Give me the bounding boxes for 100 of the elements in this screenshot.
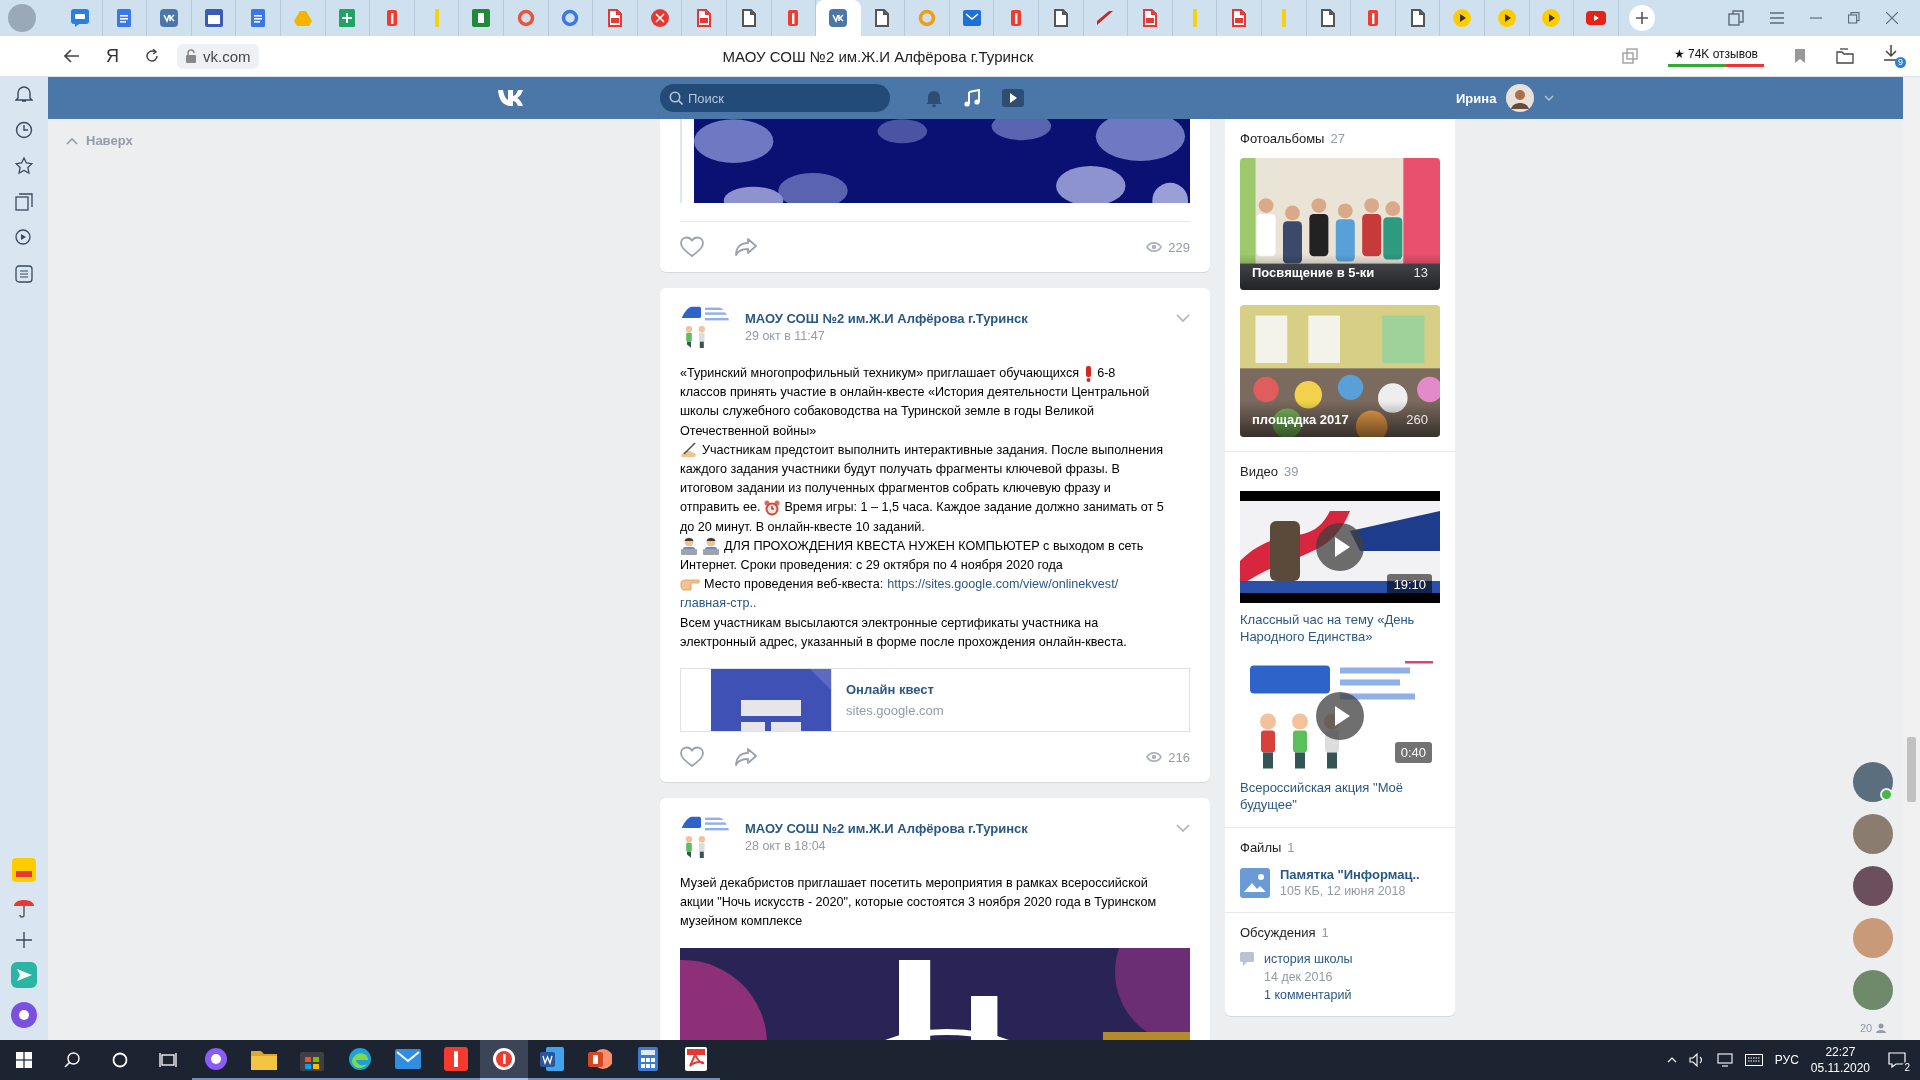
section-title[interactable]: Файлы bbox=[1240, 840, 1282, 855]
post-text: отправить ее. bbox=[680, 499, 761, 517]
arrow-icon bbox=[734, 237, 758, 257]
share-button[interactable] bbox=[734, 237, 758, 257]
post-text: 6-8 bbox=[1097, 365, 1116, 382]
album-count: 13 bbox=[1413, 264, 1428, 280]
video-title[interactable]: Классный час на тему «День Народного Единства» bbox=[1240, 611, 1440, 645]
new-tab-button[interactable] bbox=[1628, 5, 1655, 31]
section-title[interactable]: Фотоальбомы bbox=[1240, 131, 1325, 146]
reviews-button[interactable]: ★ 74K отзывов bbox=[1667, 45, 1764, 67]
post-text: Отечественной войны» bbox=[680, 422, 817, 440]
post-text: классов принять участие в онлайн-квесте «История деятельности Центральной bbox=[680, 384, 1150, 402]
friend-avatar[interactable] bbox=[1853, 814, 1893, 854]
browser-tab[interactable] bbox=[816, 0, 861, 36]
post-text: Участникам предстоит выполнить интерактивные задания. После выполнения bbox=[702, 441, 1163, 459]
post-text: музейном комплексе bbox=[680, 913, 803, 931]
bell-icon bbox=[15, 85, 33, 103]
views-count: 229 bbox=[1168, 239, 1190, 255]
post-text: итоговом задании из полученных фрагментов собрать ключевую фразу и bbox=[680, 480, 1111, 498]
lock-icon bbox=[185, 49, 197, 63]
menu-button[interactable] bbox=[1770, 12, 1784, 24]
search-field[interactable]: Поиск bbox=[660, 84, 890, 112]
restore-icon bbox=[1848, 12, 1860, 24]
heart-icon bbox=[680, 236, 704, 258]
taskbar-clock[interactable]: 22:27 05.11.2020 bbox=[1810, 1045, 1870, 1075]
post-link[interactable]: главная-стр.. bbox=[680, 594, 757, 614]
post-text: акции "Ночь искусств - 2020", которые состоятся 3 ноября 2020 года в Туринском bbox=[680, 894, 1157, 912]
person-laptop-icon bbox=[680, 537, 698, 556]
section-title[interactable]: Обсуждения bbox=[1240, 925, 1316, 940]
author-name[interactable]: МАОУ СОШ №2 им.Ж.И Алфёрова г.Туринск bbox=[745, 821, 1161, 837]
download-icon bbox=[1884, 44, 1898, 61]
views-icon bbox=[1146, 751, 1163, 764]
post-link[interactable]: https://sites.google.com/view/onlinekvest/ bbox=[887, 575, 1119, 595]
language-indicator[interactable]: РУС bbox=[1774, 1053, 1799, 1067]
section-title[interactable]: Видео bbox=[1240, 464, 1278, 479]
post-menu-button[interactable] bbox=[1176, 314, 1190, 322]
circle-icon bbox=[112, 1052, 128, 1068]
taskbar-app[interactable] bbox=[480, 1040, 528, 1080]
play-icon bbox=[1002, 89, 1024, 107]
post-text: Интернет. Сроки проведения: с 29 октября по 4 ноября 2020 года bbox=[680, 557, 1063, 575]
reload-icon bbox=[145, 49, 159, 63]
tabs-button[interactable] bbox=[1728, 10, 1744, 26]
link-preview[interactable]: Онлайн квест sites.google.com bbox=[680, 668, 1190, 733]
friend-avatar[interactable] bbox=[1853, 866, 1893, 906]
chevron-down-icon bbox=[1176, 314, 1190, 322]
album-title[interactable]: площадка 2017 bbox=[1252, 411, 1349, 427]
reload-button[interactable] bbox=[145, 49, 159, 63]
post-text: Всем участникам высылаются электронные сертификаты участника на bbox=[680, 614, 1099, 632]
back-arrow-icon bbox=[64, 49, 80, 63]
discussion-title[interactable]: история школы bbox=[1264, 952, 1353, 966]
translate-button[interactable] bbox=[1621, 48, 1638, 64]
album-count: 260 bbox=[1406, 411, 1428, 427]
page-title: МАОУ СОШ №2 им.Ж.И Алфёрова г.Туринск bbox=[722, 47, 1034, 65]
tabs-icon bbox=[1728, 10, 1744, 26]
friend-avatar[interactable] bbox=[1853, 970, 1893, 1010]
scrollbar-thumb[interactable] bbox=[1907, 737, 1916, 802]
section-count: 27 bbox=[1330, 131, 1345, 146]
bell-icon bbox=[926, 89, 942, 107]
speaker-icon bbox=[1688, 1053, 1705, 1067]
comments-link[interactable]: 1 комментарий bbox=[1264, 988, 1353, 1002]
pointing-hand-icon bbox=[680, 577, 700, 592]
address-field[interactable]: vk.com bbox=[177, 43, 259, 69]
alarm-clock-icon bbox=[764, 500, 781, 516]
close-button[interactable] bbox=[1886, 12, 1898, 24]
music-button[interactable] bbox=[964, 89, 980, 107]
play-button[interactable] bbox=[1002, 89, 1024, 107]
collections-button[interactable] bbox=[1836, 48, 1854, 64]
like-button[interactable] bbox=[680, 746, 704, 769]
post-text: каждого задания участники будут получать фрагменты ключевой фразы. В bbox=[680, 461, 1120, 478]
link-domain: sites.google.com bbox=[846, 703, 944, 719]
author-name[interactable]: МАОУ СОШ №2 им.Ж.И Алфёрова г.Туринск bbox=[745, 311, 1161, 326]
post-menu-button[interactable] bbox=[1176, 824, 1190, 833]
windows-icon bbox=[16, 1052, 32, 1068]
plus-icon bbox=[16, 932, 32, 948]
arrow-icon bbox=[734, 747, 758, 768]
video-icon bbox=[15, 229, 33, 247]
person-icon bbox=[1876, 1023, 1887, 1033]
share-button[interactable] bbox=[734, 747, 758, 768]
user-menu[interactable]: Ирина bbox=[1456, 84, 1555, 112]
post-text: Время игры: 1 – 1,5 часа. Каждое задание должно занимать от 5 bbox=[784, 499, 1164, 517]
user-avatar-icon bbox=[1506, 84, 1535, 112]
friend-avatar[interactable] bbox=[1853, 762, 1893, 802]
discussion-date: 14 дек 2016 bbox=[1264, 970, 1334, 984]
like-button[interactable] bbox=[680, 236, 704, 258]
downloads-button[interactable]: 9 bbox=[1884, 44, 1906, 68]
yandex-button[interactable]: Я bbox=[106, 45, 119, 67]
clock-icon bbox=[15, 121, 33, 139]
notification-icon bbox=[1888, 1052, 1906, 1068]
album-title[interactable]: Посвящение в 5-ки bbox=[1252, 264, 1375, 280]
video-duration: 19:10 bbox=[1387, 574, 1432, 595]
bookmark-icon bbox=[1794, 49, 1806, 63]
restore-button[interactable] bbox=[1848, 12, 1860, 24]
video-title[interactable]: Всероссийская акция "Моё будущее" bbox=[1240, 779, 1440, 813]
bookmark-button[interactable] bbox=[1794, 49, 1806, 63]
collections-icon bbox=[1836, 48, 1854, 64]
file-name[interactable]: Памятка "Информац.. bbox=[1280, 867, 1420, 882]
star-icon bbox=[15, 157, 33, 175]
assistant-icon bbox=[11, 1002, 37, 1028]
back-button[interactable] bbox=[64, 49, 80, 63]
list-icon bbox=[15, 265, 33, 283]
